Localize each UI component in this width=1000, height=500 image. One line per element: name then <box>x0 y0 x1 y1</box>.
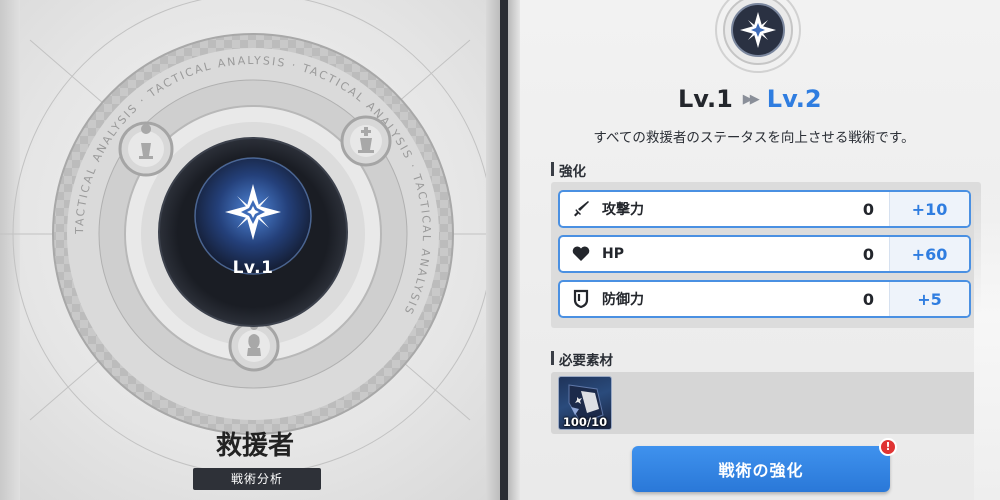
emblem-level-label: Lv.1 <box>232 258 274 278</box>
current-level: Lv.1 <box>678 85 733 113</box>
tactical-top-emblem-icon <box>715 0 801 73</box>
stat-row-defense: 防御力 0 +5 <box>558 280 971 318</box>
shield-icon <box>570 288 592 310</box>
materials-list: 100/10 <box>551 372 981 434</box>
stat-bonus-value: +60 <box>889 237 969 271</box>
character-panel: TACTICAL ANALYSIS · TACTICAL ANALYSIS · … <box>0 0 500 500</box>
stat-bonus-value: +10 <box>889 192 969 226</box>
stat-bonus-value: +5 <box>889 282 969 316</box>
alert-badge: ! <box>879 438 897 456</box>
chess-king-medallion <box>340 115 392 167</box>
stat-row-hp: HP 0 +60 <box>558 235 971 273</box>
heart-icon <box>570 243 592 265</box>
chess-pawn-medallion <box>118 121 174 177</box>
stat-row-attack: 攻撃力 0 +10 <box>558 190 971 228</box>
upgrade-panel: Lv.1 ▶▶ Lv.2 すべての救援者のステータスを向上させる戦術です。 強化… <box>508 0 1000 500</box>
enhance-tactic-button[interactable]: 戦術の強化 <box>632 446 890 492</box>
tactic-description: すべての救援者のステータスを向上させる戦術です。 <box>593 130 915 146</box>
level-progression: Lv.1 ▶▶ Lv.2 <box>678 82 878 116</box>
stat-label: 攻撃力 <box>602 202 644 218</box>
next-level: Lv.2 <box>766 85 822 113</box>
chess-bishop-medallion <box>228 320 280 372</box>
stats-list: 攻撃力 0 +10 HP 0 +60 防御力 0 +5 <box>551 182 981 328</box>
material-item[interactable]: 100/10 <box>558 376 612 430</box>
stat-base-value: 0 <box>862 289 874 309</box>
book-page-edge <box>486 0 500 500</box>
materials-section-title: 必要素材 <box>551 349 613 369</box>
page-edge-decoration <box>974 190 1000 500</box>
stat-base-value: 0 <box>862 199 874 219</box>
material-count: 100/10 <box>562 415 608 429</box>
double-arrow-icon: ▶▶ <box>742 91 760 107</box>
stat-label: HP <box>602 246 624 262</box>
enhance-section-title: 強化 <box>551 160 586 180</box>
stat-base-value: 0 <box>862 244 874 264</box>
stat-label: 防御力 <box>602 292 644 308</box>
book-spine <box>508 0 520 500</box>
character-subtitle: 戦術分析 <box>193 468 321 490</box>
sword-icon <box>570 198 592 220</box>
character-name: 救援者 <box>215 431 294 461</box>
